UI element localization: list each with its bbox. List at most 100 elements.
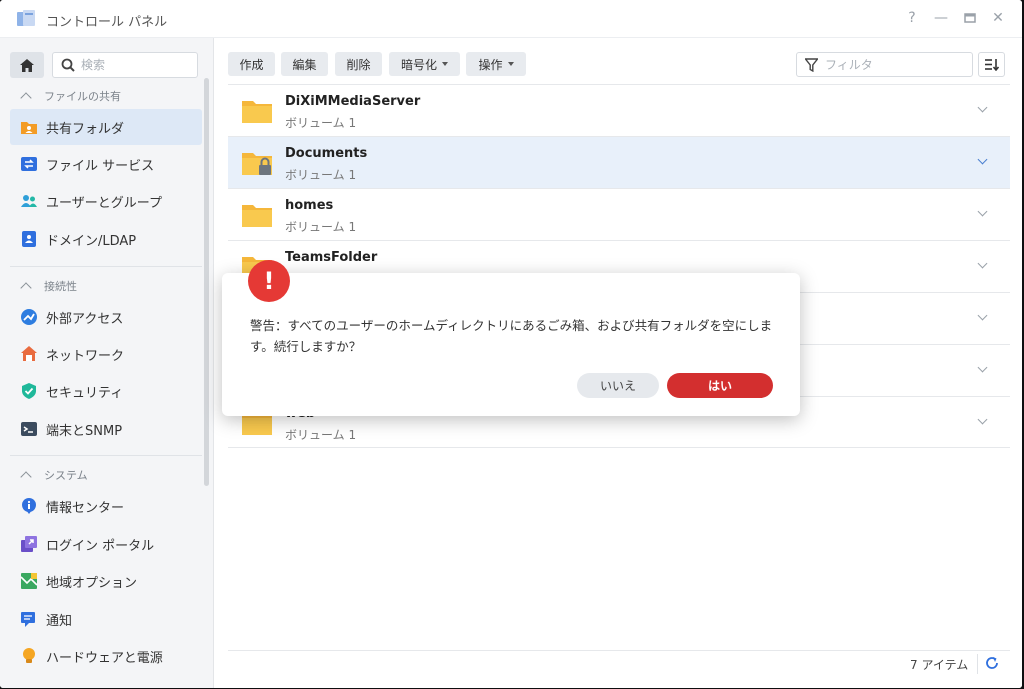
close-icon[interactable]: ✕: [990, 10, 1006, 26]
filter-box[interactable]: [796, 52, 973, 77]
dialog-message: 警告：すべてのユーザーのホームディレクトリにあるごみ箱、および共有フォルダを空に…: [250, 318, 773, 354]
encrypt-label: 暗号化: [400, 57, 437, 72]
sort-icon: [984, 59, 999, 71]
yes-button[interactable]: はい: [667, 373, 773, 398]
sidebar-item-label: ネットワーク: [46, 348, 125, 364]
filter-input[interactable]: [825, 56, 965, 74]
chevron-down-icon[interactable]: [977, 414, 988, 425]
table-row[interactable]: homes ボリューム 1: [228, 188, 1010, 240]
sidebar-item-info-center[interactable]: 情報センター: [10, 488, 202, 524]
sidebar-item-label: 端末とSNMP: [46, 423, 123, 439]
encrypt-dropdown[interactable]: 暗号化: [389, 52, 460, 76]
section-header-label: 接続性: [44, 280, 77, 293]
folder-icon: [242, 101, 272, 123]
terminal-icon: [21, 422, 37, 436]
section-header-label: ファイルの共有: [44, 90, 121, 103]
sidebar-item-hardware-power[interactable]: ハードウェアと電源: [10, 638, 202, 674]
lightbulb-icon: [23, 648, 35, 663]
footer-separator: [977, 654, 978, 674]
map-icon: [20, 573, 38, 589]
refresh-icon[interactable]: [985, 656, 999, 670]
login-portal-icon: [21, 536, 37, 552]
info-icon: [22, 498, 36, 514]
chevron-up-icon: [20, 282, 32, 294]
sidebar-divider: [10, 266, 202, 267]
sidebar-item-regional-options[interactable]: 地域オプション: [10, 563, 202, 599]
folder-volume: ボリューム 1: [285, 220, 357, 234]
sidebar-item-network[interactable]: ネットワーク: [10, 336, 202, 372]
section-header-file-sharing[interactable]: ファイルの共有: [20, 88, 121, 104]
notification-icon: [21, 612, 35, 627]
sidebar-item-label: 共有フォルダ: [46, 121, 125, 137]
window-title: コントロール パネル: [46, 15, 168, 30]
create-button[interactable]: 作成: [228, 52, 275, 76]
sidebar-item-label: ハードウェアと電源: [46, 650, 163, 666]
sidebar-item-login-portal[interactable]: ログイン ポータル: [10, 526, 202, 562]
table-row[interactable]: DiXiMMediaServer ボリューム 1: [228, 84, 1010, 136]
section-header-system[interactable]: システム: [20, 467, 88, 483]
folder-name: homes: [285, 198, 334, 213]
folder-name: DiXiMMediaServer: [285, 94, 421, 109]
folder-name: Documents: [285, 146, 368, 161]
minimize-icon[interactable]: —: [933, 10, 949, 26]
folder-name: TeamsFolder: [285, 250, 378, 265]
help-icon[interactable]: ?: [904, 10, 920, 26]
warning-icon: !: [248, 260, 290, 302]
create-label: 作成: [239, 57, 264, 72]
sidebar-item-label: ユーザーとグループ: [46, 195, 162, 211]
sidebar-item-security[interactable]: セキュリティ: [10, 373, 202, 409]
sidebar-item-label: ファイル サービス: [46, 158, 155, 174]
caret-down-icon: [442, 62, 448, 66]
external-access-icon: [21, 309, 37, 325]
home-button[interactable]: [10, 52, 44, 78]
sidebar-item-shared-folder[interactable]: 共有フォルダ: [10, 109, 202, 145]
chevron-down-icon[interactable]: [977, 154, 988, 165]
maximize-icon[interactable]: [962, 10, 978, 28]
delete-button[interactable]: 削除: [335, 52, 382, 76]
chevron-down-icon[interactable]: [977, 206, 988, 217]
sidebar-item-label: ログイン ポータル: [46, 538, 155, 554]
users-groups-icon: [21, 195, 37, 207]
sidebar-item-terminal-snmp[interactable]: 端末とSNMP: [10, 411, 202, 447]
sidebar-item-label: ドメイン/LDAP: [46, 233, 137, 249]
delete-label: 削除: [346, 57, 371, 72]
filter-icon: [805, 58, 818, 72]
shield-icon: [22, 383, 36, 399]
folder-volume: ボリューム 1: [285, 116, 357, 130]
sidebar-item-file-services[interactable]: ファイル サービス: [10, 146, 202, 182]
sidebar-item-domain-ldap[interactable]: ドメイン/LDAP: [10, 221, 202, 257]
control-panel-app-icon: [17, 10, 35, 26]
file-services-icon: [21, 157, 37, 171]
sidebar-item-label: セキュリティ: [46, 385, 124, 401]
yes-label: はい: [707, 379, 732, 393]
sidebar-item-users-groups[interactable]: ユーザーとグループ: [10, 183, 202, 219]
network-icon: [21, 346, 37, 361]
shared-folder-icon: [21, 122, 37, 134]
table-row[interactable]: Documents ボリューム 1: [228, 136, 1010, 188]
sidebar-item-label: 情報センター: [46, 500, 125, 516]
edit-label: 編集: [292, 57, 317, 72]
chevron-down-icon[interactable]: [977, 362, 988, 373]
sidebar-search[interactable]: [52, 52, 198, 78]
encrypted-folder-icon: [242, 153, 272, 175]
chevron-up-icon: [20, 471, 32, 483]
sidebar-item-external-access[interactable]: 外部アクセス: [10, 299, 202, 335]
sidebar-scrollbar[interactable]: [204, 78, 209, 486]
chevron-down-icon[interactable]: [977, 102, 988, 113]
no-label: いいえ: [599, 379, 636, 393]
search-input[interactable]: [81, 56, 191, 74]
no-button[interactable]: いいえ: [577, 373, 659, 398]
sort-button[interactable]: [978, 52, 1005, 77]
chevron-up-icon: [20, 92, 32, 104]
section-header-connectivity[interactable]: 接続性: [20, 278, 77, 294]
sidebar: ファイルの共有 共有フォルダ ファイル サービス ユーザーとグループ ドメイン/…: [0, 38, 214, 688]
action-label: 操作: [478, 57, 503, 72]
sidebar-item-notification[interactable]: 通知: [10, 601, 202, 637]
action-dropdown[interactable]: 操作: [466, 52, 526, 76]
chevron-down-icon[interactable]: [977, 258, 988, 269]
chevron-down-icon[interactable]: [977, 310, 988, 321]
footer-divider: [228, 650, 1010, 651]
sidebar-item-label: 地域オプション: [46, 575, 138, 591]
edit-button[interactable]: 編集: [281, 52, 328, 76]
folder-icon: [242, 205, 272, 227]
